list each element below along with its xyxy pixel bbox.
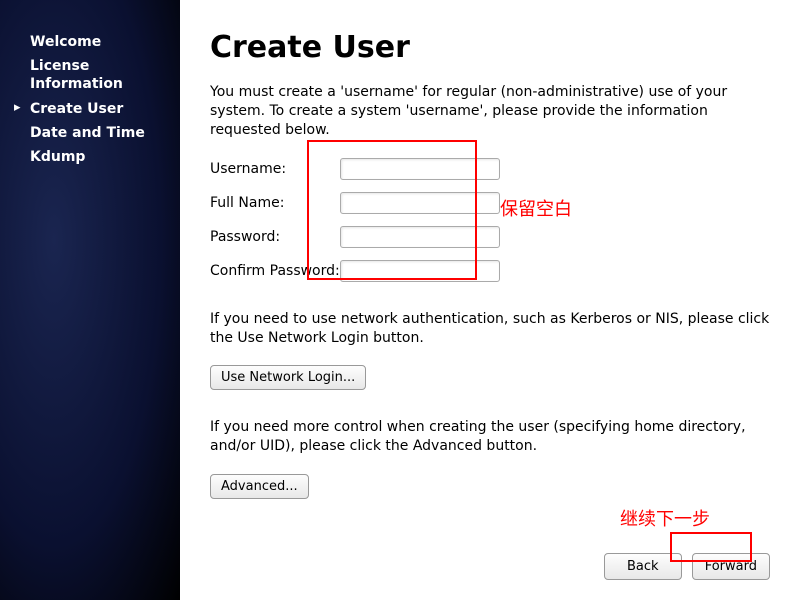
sidebar-item-label: Welcome: [30, 33, 101, 51]
annotation-continue-next: 继续下一步: [620, 505, 710, 531]
sidebar-item-label: Kdump: [30, 148, 85, 166]
advanced-button-row: Advanced...: [210, 474, 770, 499]
advanced-help-text: If you need more control when creating t…: [210, 418, 770, 456]
username-input[interactable]: [340, 158, 500, 180]
sidebar-item-create-user[interactable]: Create User: [0, 97, 180, 121]
forward-button[interactable]: Forward: [692, 553, 770, 580]
password-input[interactable]: [340, 226, 500, 248]
network-help-text: If you need to use network authenticatio…: [210, 310, 770, 348]
sidebar-item-date-time[interactable]: Date and Time: [0, 121, 180, 145]
intro-text: You must create a 'username' for regular…: [210, 83, 770, 140]
confirm-password-label: Confirm Password:: [210, 263, 340, 279]
sidebar-item-label: Create User: [30, 100, 123, 118]
sidebar: Welcome License Information Create User …: [0, 0, 180, 600]
use-network-login-button[interactable]: Use Network Login...: [210, 365, 366, 390]
sidebar-item-license[interactable]: License Information: [0, 54, 180, 96]
fullname-label: Full Name:: [210, 195, 340, 211]
confirm-password-input[interactable]: [340, 260, 500, 282]
footer-buttons: Back Forward: [210, 553, 770, 580]
fullname-input[interactable]: [340, 192, 500, 214]
advanced-button[interactable]: Advanced...: [210, 474, 309, 499]
page-title: Create User: [210, 30, 770, 65]
main-content: Create User You must create a 'username'…: [180, 0, 800, 600]
username-label: Username:: [210, 161, 340, 177]
password-label: Password:: [210, 229, 340, 245]
sidebar-item-label: License Information: [30, 57, 170, 93]
back-button[interactable]: Back: [604, 553, 682, 580]
sidebar-item-label: Date and Time: [30, 124, 145, 142]
sidebar-item-welcome[interactable]: Welcome: [0, 30, 180, 54]
user-form: Username: Full Name: Password: Confirm P…: [210, 158, 770, 282]
network-button-row: Use Network Login...: [210, 365, 770, 390]
sidebar-item-kdump[interactable]: Kdump: [0, 145, 180, 169]
